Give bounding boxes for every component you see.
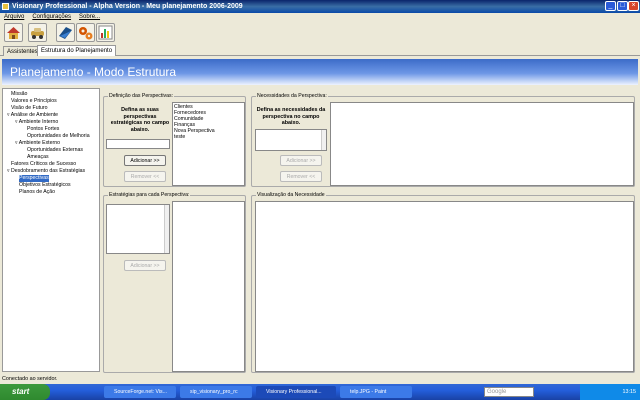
necessidades-label: Necessidades da Perspectiva: xyxy=(256,93,328,100)
definicao-perspectivas-group: Definição das Perspectivas: Defina as su… xyxy=(103,93,246,187)
minimize-button[interactable]: _ xyxy=(605,1,616,11)
taskbar: start SourceForge.net: Vis... sip_vision… xyxy=(0,384,640,400)
menu-sobre[interactable]: Sobre... xyxy=(79,14,100,20)
gears-button[interactable] xyxy=(76,23,95,42)
app-icon[interactable] xyxy=(2,3,9,10)
tab-estrutura[interactable]: Estrutura do Planejamento xyxy=(37,45,117,56)
chart-button[interactable] xyxy=(96,23,115,42)
home-icon xyxy=(7,27,20,39)
title-bar: Visionary Professional - Alpha Version -… xyxy=(0,0,640,13)
tree-item-oportunidades-melhoria[interactable]: Oportunidades de Melhoria xyxy=(27,133,90,140)
tree-item-ambiente-externo[interactable]: ▿ Ambiente Externo xyxy=(15,140,60,147)
tree-item-analise[interactable]: ▿ Análise de Ambiente xyxy=(7,112,58,119)
perspectiva-input[interactable] xyxy=(106,139,170,149)
start-button[interactable]: start xyxy=(0,384,50,400)
tree-item-ambiente-interno[interactable]: ▿ Ambiente Interno xyxy=(15,119,58,126)
estrategia-textarea[interactable] xyxy=(106,204,170,254)
home-button[interactable] xyxy=(4,23,23,42)
estrategias-group: Estratégias para cada Perspectiva: Adici… xyxy=(103,192,246,373)
tree-item-missao[interactable]: Missão xyxy=(11,91,27,98)
structure-tree: Missão Valores e Princípios Visão de Fut… xyxy=(2,88,100,372)
tree-item-ameacas[interactable]: Ameaças xyxy=(27,154,49,161)
tree-item-visao[interactable]: Visão de Futuro xyxy=(11,105,48,112)
tree-item-planos-acao[interactable]: Planos de Ação xyxy=(19,189,55,196)
book-button[interactable] xyxy=(56,23,75,42)
task-paint[interactable]: telp.JPG - Paint xyxy=(340,386,412,398)
close-button[interactable]: × xyxy=(628,1,639,11)
textarea-scrollbar[interactable] xyxy=(164,205,169,253)
chart-icon xyxy=(98,25,113,40)
remover-necessidade-button[interactable]: Remover << xyxy=(280,171,322,182)
perspectivas-list[interactable]: Clientes Fornecedores Comunidade Finança… xyxy=(172,102,245,186)
system-tray: 13:15 xyxy=(580,384,640,400)
toolbar xyxy=(0,22,640,44)
tab-assistentes[interactable]: Assistentes xyxy=(3,46,42,56)
maximize-button[interactable]: □ xyxy=(617,1,628,11)
gears-icon xyxy=(79,27,93,40)
visualizacao-group: Visualização da Necessidade xyxy=(251,192,635,373)
car-icon xyxy=(31,28,44,39)
task-sip[interactable]: sip_visionary_pro_rc xyxy=(180,386,252,398)
remover-perspectiva-button[interactable]: Remover << xyxy=(124,171,166,182)
car-button[interactable] xyxy=(28,23,47,42)
adicionar-necessidade-button[interactable]: Adicionar >> xyxy=(280,155,322,166)
definicao-perspectivas-label: Definição das Perspectivas: xyxy=(108,93,175,100)
estrategias-label: Estratégias para cada Perspectiva: xyxy=(108,192,191,199)
tree-item-pontos-fortes[interactable]: Pontos Fortes xyxy=(27,126,59,133)
necessidades-instruction: Defina as necessidades da perspectiva no… xyxy=(256,107,326,126)
status-bar: Conectado ao servidor. xyxy=(0,375,640,384)
estrategias-list[interactable] xyxy=(172,201,245,372)
adicionar-perspectiva-button[interactable]: Adicionar >> xyxy=(124,155,166,166)
page-title: Planejamento - Modo Estrutura xyxy=(2,59,638,85)
tab-strip: Assistentes Estrutura do Planejamento xyxy=(0,44,640,56)
clock: 13:15 xyxy=(622,389,637,395)
tree-item-fatores-criticos[interactable]: Fatores Críticos de Sucesso xyxy=(11,161,76,168)
book-icon xyxy=(59,27,72,39)
task-sourceforge[interactable]: SourceForge.net: Vis... xyxy=(104,386,176,398)
tree-item-oportunidades-externas[interactable]: Oportunidades Externas xyxy=(27,147,83,154)
visualizacao-area[interactable] xyxy=(255,201,634,372)
necessidades-group: Necessidades da Perspectiva: Defina as n… xyxy=(251,93,635,187)
tree-item-perspectivas[interactable]: Perspectivas xyxy=(19,175,49,182)
definicao-instruction: Defina as suas perspectivas estratégicas… xyxy=(110,107,170,133)
necessidade-textarea[interactable] xyxy=(255,129,327,151)
textarea-scrollbar[interactable] xyxy=(321,130,326,150)
task-visionary[interactable]: Visionary Professional... xyxy=(256,386,336,398)
adicionar-estrategia-button[interactable]: Adicionar >> xyxy=(124,260,166,271)
tree-item-desdobramento[interactable]: ▿ Desdobramento das Estratégias xyxy=(7,168,85,175)
menu-bar: Arquivo Configurações Sobre... xyxy=(0,13,640,22)
necessidades-list[interactable] xyxy=(330,102,634,186)
google-search-input[interactable]: Google xyxy=(484,387,534,397)
list-item[interactable]: teste xyxy=(174,134,185,141)
menu-arquivo[interactable]: Arquivo xyxy=(4,14,24,20)
visualizacao-label: Visualização da Necessidade xyxy=(256,192,326,199)
tree-item-valores[interactable]: Valores e Princípios xyxy=(11,98,57,105)
menu-configuracoes[interactable]: Configurações xyxy=(32,14,71,20)
tree-item-objetivos[interactable]: Objetivos Estratégicos xyxy=(19,182,71,189)
